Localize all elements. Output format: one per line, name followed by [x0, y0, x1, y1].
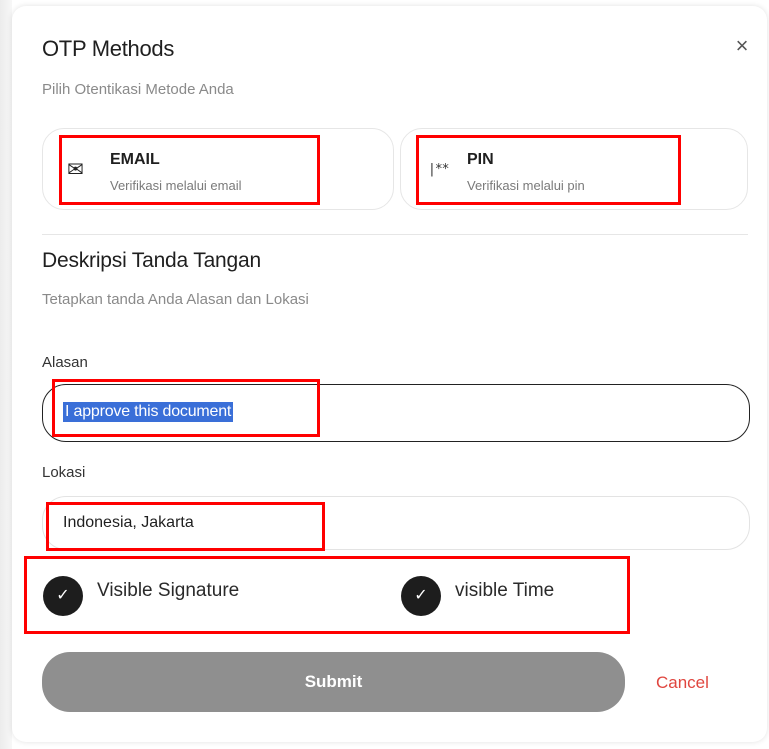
background-strip	[0, 0, 12, 749]
section-divider	[42, 234, 748, 235]
method-name-email: EMAIL	[110, 151, 160, 168]
alasan-value: I approve this document	[63, 402, 234, 422]
visible-time-checkbox[interactable]: ✓	[401, 576, 441, 616]
modal-title: OTP Methods	[42, 36, 175, 61]
otp-methods-modal: OTP Methods Pilih Otentikasi Metode Anda…	[12, 6, 767, 742]
cancel-button[interactable]: Cancel	[656, 673, 709, 693]
modal-subtitle: Pilih Otentikasi Metode Anda	[42, 81, 234, 98]
method-desc-email: Verifikasi melalui email	[110, 178, 242, 193]
otp-method-pin[interactable]: |** PIN Verifikasi melalui pin	[400, 128, 748, 210]
visible-signature-checkbox[interactable]: ✓	[43, 576, 83, 616]
visible-time-label: visible Time	[455, 580, 555, 601]
alasan-input[interactable]: I approve this document	[42, 384, 750, 442]
signature-section-subtitle: Tetapkan tanda Anda Alasan dan Lokasi	[42, 291, 309, 308]
alasan-label: Alasan	[42, 354, 88, 371]
otp-method-email[interactable]: ✉ EMAIL Verifikasi melalui email	[42, 128, 394, 210]
lokasi-input[interactable]: Indonesia, Jakarta	[42, 496, 750, 550]
pin-icon: |**	[428, 162, 450, 177]
lokasi-label: Lokasi	[42, 464, 86, 481]
visible-signature-label: Visible Signature	[97, 580, 240, 601]
submit-button[interactable]: Submit	[42, 652, 625, 712]
envelope-icon: ✉	[67, 159, 84, 181]
method-desc-pin: Verifikasi melalui pin	[467, 178, 585, 193]
signature-section-title: Deskripsi Tanda Tangan	[42, 249, 261, 272]
close-icon[interactable]: ×	[728, 32, 756, 60]
lokasi-value: Indonesia, Jakarta	[63, 514, 194, 531]
method-name-pin: PIN	[467, 151, 494, 168]
